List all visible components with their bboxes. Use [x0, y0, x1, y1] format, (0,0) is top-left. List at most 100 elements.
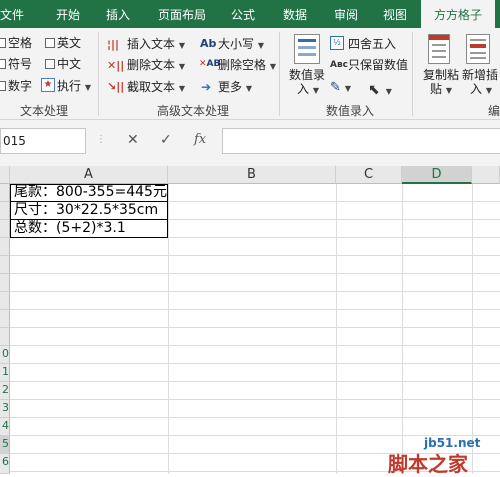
- grid-line: [10, 273, 500, 274]
- tab-data[interactable]: 数据: [283, 0, 307, 28]
- more-label: 更多: [218, 80, 243, 94]
- row-header[interactable]: [0, 184, 10, 202]
- column-header-c[interactable]: C: [336, 166, 402, 184]
- grid-line: [10, 381, 500, 382]
- tab-home[interactable]: 开始: [56, 0, 80, 28]
- round-icon: ½: [330, 36, 344, 50]
- copy-paste-label-1[interactable]: 复制粘: [423, 68, 459, 82]
- enter-icon[interactable]: ✓: [160, 132, 172, 148]
- checkbox-space[interactable]: [0, 38, 6, 48]
- row-header[interactable]: 5: [0, 436, 10, 454]
- label-number: 数字: [8, 79, 33, 93]
- keep-value-icon: Aʙᴄ: [330, 60, 348, 70]
- insert-function-icon[interactable]: fx: [194, 132, 206, 147]
- tab-file[interactable]: 文件: [0, 0, 24, 28]
- checkbox-english[interactable]: [45, 38, 55, 48]
- row-header[interactable]: [0, 202, 10, 220]
- grid-line: [472, 184, 473, 474]
- case-label: 大小写: [218, 37, 255, 51]
- edit-icon[interactable]: ✎ ▼: [330, 80, 351, 95]
- numeric-entry-button[interactable]: 入 ▼: [297, 82, 319, 98]
- extract-text-label: 截取文本: [127, 80, 176, 94]
- grid-line: [10, 399, 500, 400]
- grid-line: [10, 255, 500, 256]
- new-insert-button[interactable]: 入 ▼: [470, 82, 492, 98]
- tab-fangfang[interactable]: 方方格子: [421, 0, 495, 28]
- case-icon: Ab: [200, 37, 217, 50]
- delete-text-icon: ✕||: [107, 59, 125, 72]
- column-header-b[interactable]: B: [168, 166, 336, 184]
- row-header[interactable]: 4: [0, 418, 10, 436]
- row-header[interactable]: 1: [0, 364, 10, 382]
- numeric-entry-icon: [294, 34, 320, 64]
- delete-text-label: 删除文本: [127, 58, 176, 72]
- formula-input[interactable]: [222, 128, 500, 154]
- cell-a2[interactable]: 尺寸：30*22.5*35cm: [12, 202, 168, 219]
- tab-insert[interactable]: 插入: [106, 0, 130, 28]
- label-english: 英文: [57, 36, 82, 50]
- row-header[interactable]: [0, 292, 10, 310]
- column-header-d[interactable]: D: [402, 166, 472, 184]
- mouse-cursor-icon: ⬉ ▼: [368, 82, 392, 98]
- grid-line: [168, 184, 169, 474]
- checkbox-number[interactable]: [0, 81, 6, 91]
- numeric-entry-label-2: 入: [297, 82, 310, 96]
- label-space: 空格: [8, 36, 33, 50]
- cell-a1[interactable]: 尾款：800-355=445元: [12, 184, 168, 201]
- tab-formulas[interactable]: 公式: [231, 0, 255, 28]
- column-header-a[interactable]: A: [10, 166, 168, 184]
- tab-view[interactable]: 视图: [383, 0, 407, 28]
- name-box-more-icon[interactable]: ⋮: [96, 134, 106, 145]
- checkbox-chinese[interactable]: [45, 59, 55, 69]
- more-arrow-icon: ➔: [201, 80, 212, 94]
- row-header[interactable]: 3: [0, 400, 10, 418]
- extract-text-icon: ↘||: [107, 80, 125, 93]
- insert-text-label: 插入文本: [127, 37, 176, 51]
- group-label-edit-partial: 编: [488, 104, 500, 118]
- group-separator: [279, 32, 280, 116]
- row-header[interactable]: 6: [0, 454, 10, 474]
- copy-paste-icon: [428, 34, 450, 64]
- tab-review[interactable]: 审阅: [334, 0, 358, 28]
- grid-line: [402, 184, 403, 474]
- new-insert-label-1[interactable]: 新增插: [462, 68, 498, 82]
- more-button[interactable]: 更多 ▼: [218, 80, 252, 96]
- cancel-icon[interactable]: ✕: [127, 132, 139, 148]
- grid-line: [10, 291, 500, 292]
- row-header[interactable]: 2: [0, 382, 10, 400]
- keep-value-button[interactable]: 只保留数值: [348, 58, 408, 72]
- tab-page-layout[interactable]: 页面布局: [158, 0, 206, 28]
- label-symbol: 符号: [8, 57, 33, 71]
- select-all-corner[interactable]: [0, 166, 10, 184]
- name-box[interactable]: 015: [0, 128, 86, 154]
- copy-paste-label-2: 贴: [430, 82, 443, 96]
- row-header[interactable]: [0, 328, 10, 346]
- case-button[interactable]: 大小写 ▼: [218, 37, 264, 53]
- new-insert-icon: [466, 34, 490, 64]
- grid-line: [10, 417, 500, 418]
- row-header[interactable]: [0, 238, 10, 256]
- row-header[interactable]: [0, 256, 10, 274]
- delete-space-button[interactable]: 删除空格 ▼: [218, 58, 276, 74]
- group-separator: [98, 32, 99, 116]
- execute-icon: ★: [41, 78, 55, 92]
- watermark-name: 脚本之家: [388, 452, 468, 476]
- cell-a3[interactable]: 总数：(5+2)*3.1: [12, 220, 168, 237]
- row-header[interactable]: [0, 310, 10, 328]
- row-header[interactable]: 0: [0, 346, 10, 364]
- row-header[interactable]: [0, 220, 10, 238]
- extract-text-button[interactable]: 截取文本 ▼: [127, 80, 185, 96]
- insert-text-button[interactable]: 插入文本 ▼: [127, 37, 185, 53]
- copy-paste-button[interactable]: 贴 ▼: [430, 82, 452, 98]
- group-label-advanced-text: 高级文本处理: [157, 104, 230, 118]
- execute-button[interactable]: 执行 ▼: [57, 79, 91, 95]
- grid-line: [10, 345, 500, 346]
- row-header[interactable]: [0, 274, 10, 292]
- round-button[interactable]: 四舍五入: [348, 37, 396, 51]
- numeric-entry-label-1[interactable]: 数值录: [289, 68, 325, 82]
- grid-line: [10, 363, 500, 364]
- checkbox-symbol[interactable]: [0, 59, 6, 69]
- delete-text-button[interactable]: 删除文本 ▼: [127, 58, 185, 74]
- group-separator: [412, 32, 413, 116]
- column-header-e[interactable]: [472, 166, 500, 184]
